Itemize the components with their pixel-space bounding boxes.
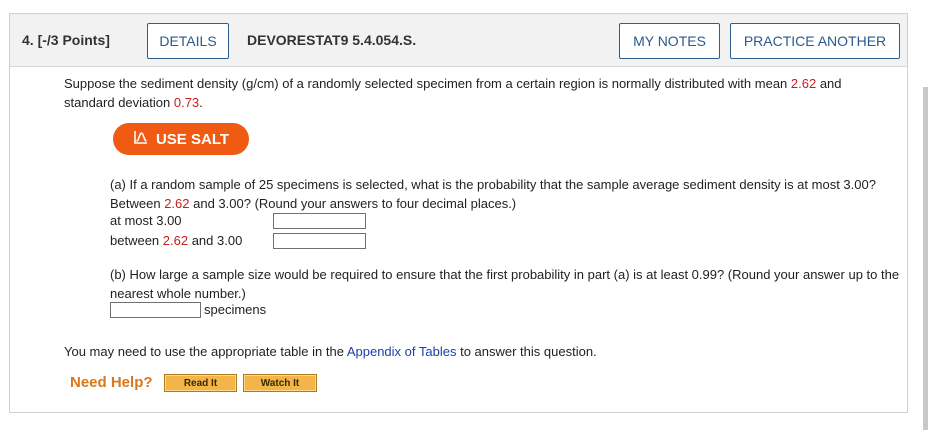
assignment-code: DEVORESTAT9 5.4.054.S. [247,32,417,48]
part-b-text: (b) How large a sample size would be req… [110,267,900,301]
practice-another-button[interactable]: PRACTICE ANOTHER [730,23,900,59]
between-label: between 2.62 and 3.00 [110,233,242,248]
intro-text: Suppose the sediment density (g/cm) of a… [64,74,884,112]
mean-value: 2.62 [790,76,817,91]
question-header: 4. [-/3 Points] DETAILS DEVORESTAT9 5.4.… [10,14,907,67]
part-a-text-b: and 3.00? (Round your answers to four de… [189,196,517,211]
intro-text-a: Suppose the sediment density (g/cm) of a… [64,76,791,91]
appendix-link[interactable]: Appendix of Tables [347,344,457,359]
between-value: 2.62 [162,233,189,248]
details-button[interactable]: DETAILS [147,23,229,59]
my-notes-button[interactable]: MY NOTES [619,23,720,59]
at-most-input[interactable] [273,213,366,229]
part-a-text: (a) If a random sample of 25 specimens i… [110,175,890,213]
appendix-text: You may need to use the appropriate tabl… [64,344,597,359]
sd-value: 0.73 [173,95,200,110]
appendix-text-a: You may need to use the appropriate tabl… [64,344,347,359]
question-card: 4. [-/3 Points] DETAILS DEVORESTAT9 5.4.… [9,13,908,413]
watch-it-button[interactable]: Watch It [243,374,317,392]
between-input[interactable] [273,233,366,249]
question-number: 4. [-/3 Points] [22,32,110,48]
at-most-label: at most 3.00 [110,213,182,228]
intro-text-c: . [199,95,203,110]
use-salt-label: USE SALT [155,130,230,148]
scrollbar[interactable] [923,87,928,430]
between-label-a: between [110,233,163,248]
sample-size-input[interactable] [110,302,201,318]
salt-chart-icon [133,129,149,149]
appendix-text-b: to answer this question. [456,344,597,359]
need-help-label: Need Help? [70,374,153,391]
read-it-button[interactable]: Read It [164,374,237,392]
part-a-value: 2.62 [164,196,190,211]
specimens-label: specimens [204,302,267,317]
between-label-b: and 3.00 [188,233,243,248]
use-salt-button[interactable]: USE SALT [113,123,249,155]
